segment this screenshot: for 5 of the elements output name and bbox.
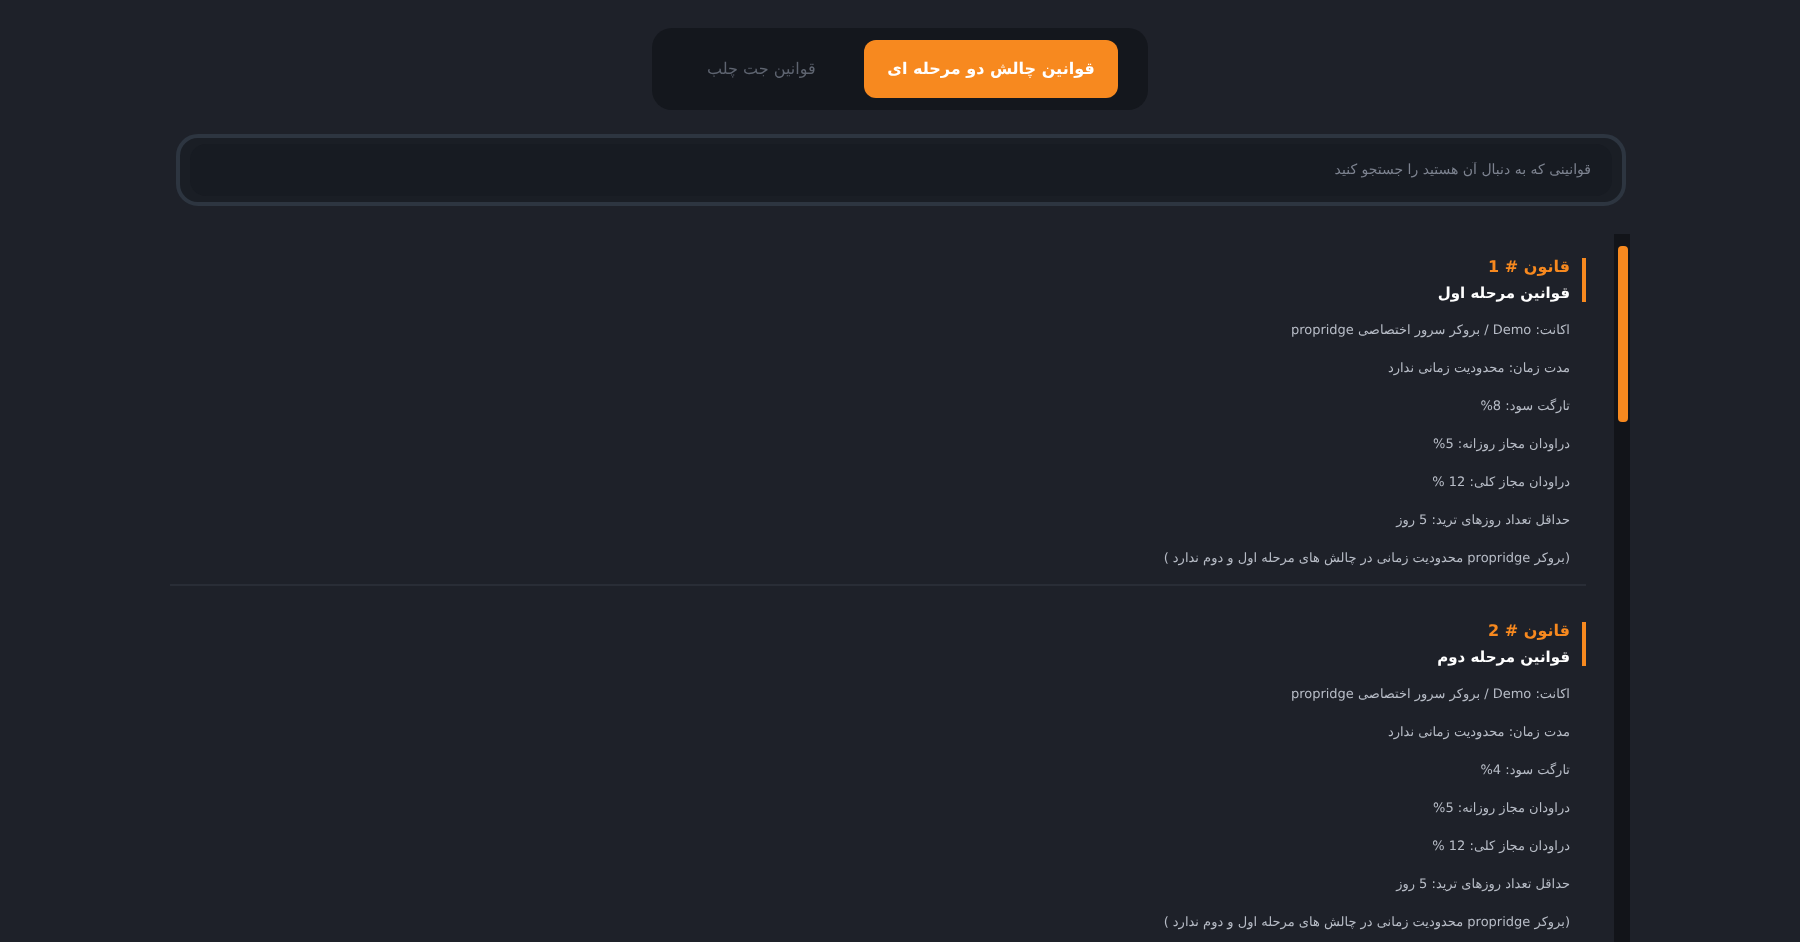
tab[interactable]: قوانین چالش دو مرحله ای xyxy=(863,40,1119,98)
tab[interactable]: قوانین جت چلب xyxy=(671,40,852,98)
rule-title: قانون # 2 xyxy=(1486,622,1570,640)
rule-title: قانون # 1 xyxy=(1486,258,1570,276)
scrollbar[interactable] xyxy=(1614,234,1630,942)
